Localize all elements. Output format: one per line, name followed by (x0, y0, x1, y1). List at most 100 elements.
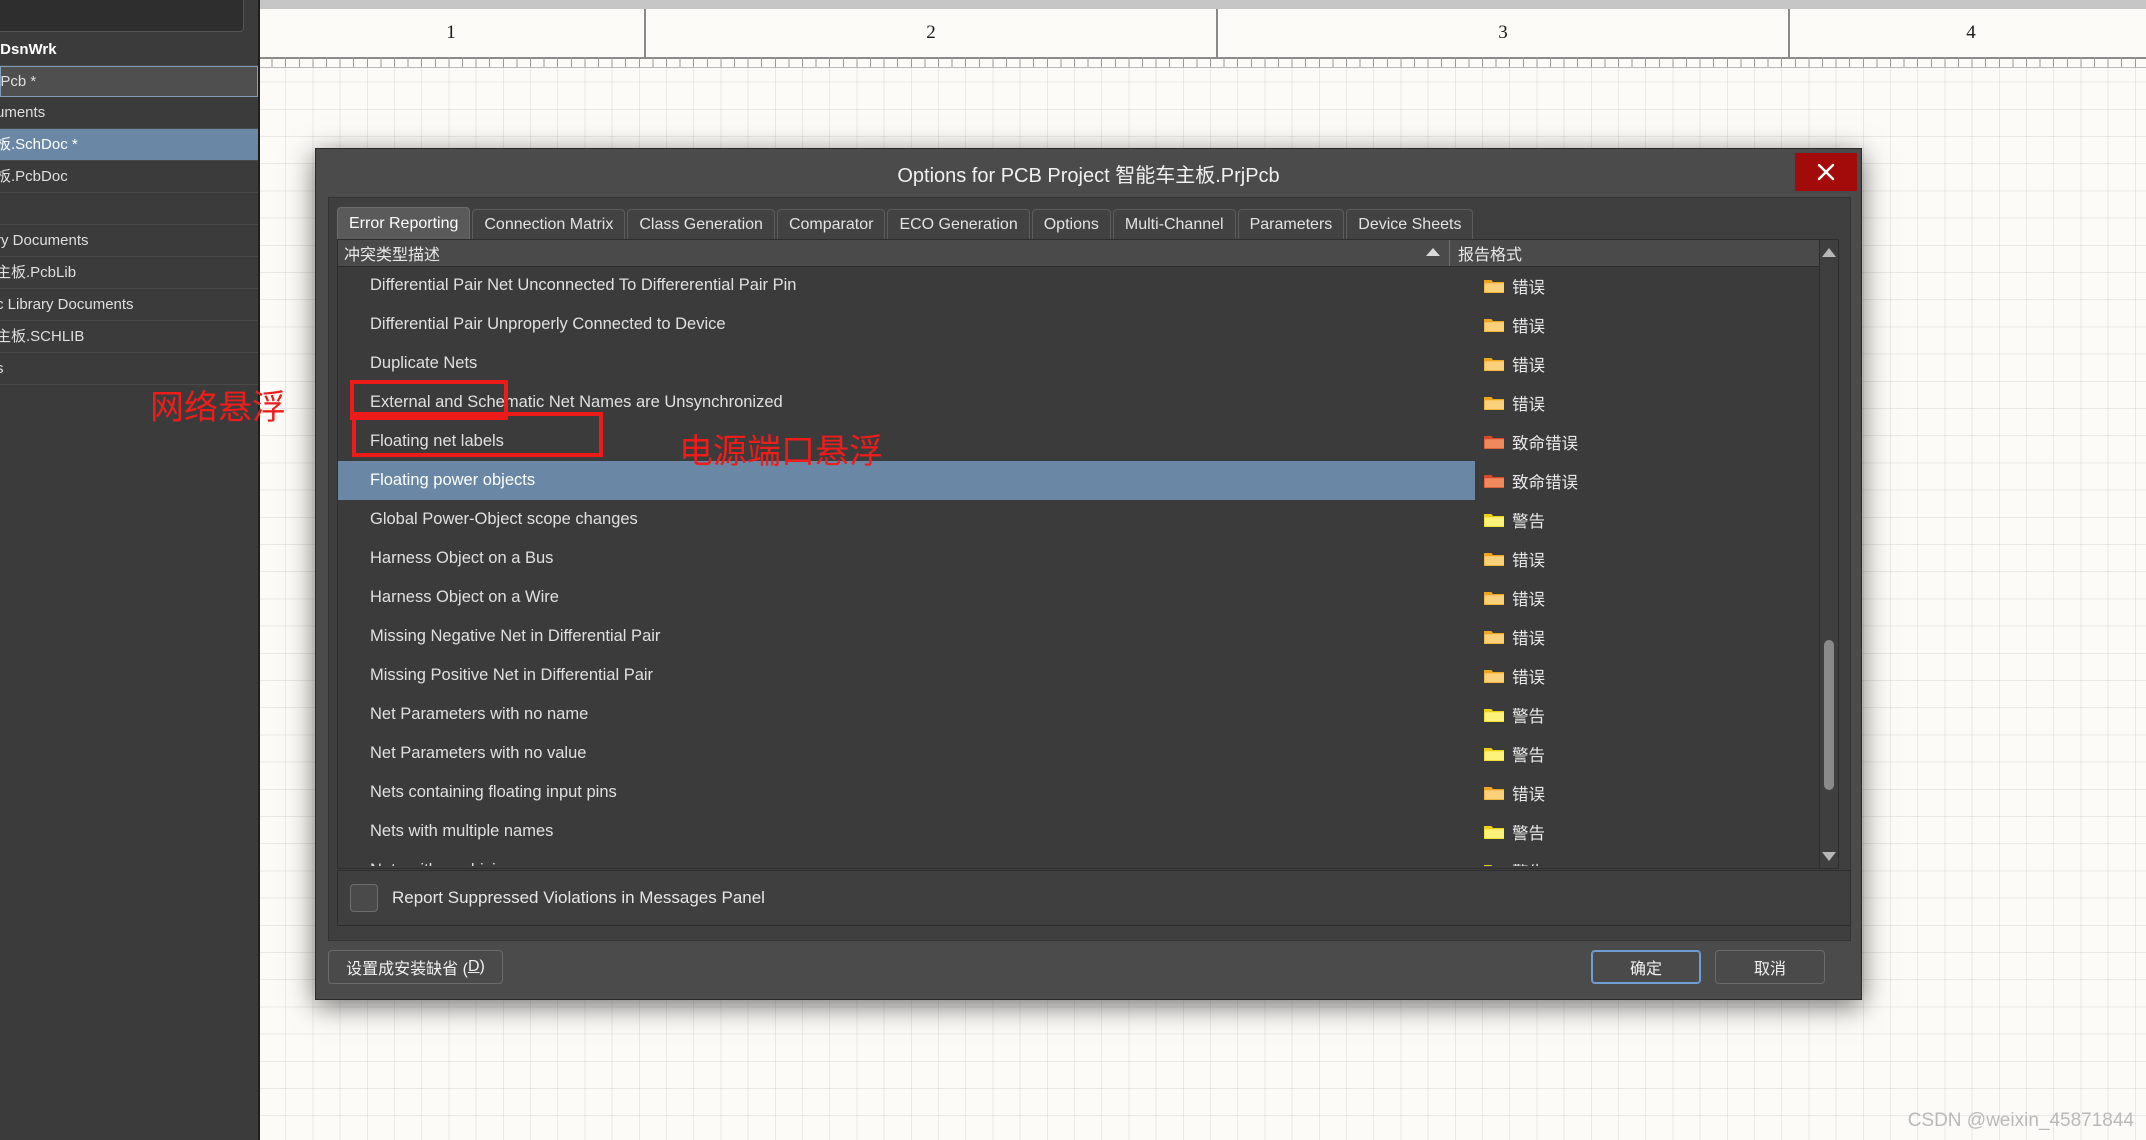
table-row[interactable]: Nets containing floating input pins错误 (338, 773, 1820, 812)
table-row[interactable]: Harness Object on a Wire错误 (338, 578, 1820, 617)
row-description: Net Parameters with no name (338, 705, 1475, 724)
table-body[interactable]: Differential Pair Net Unconnected To Dif… (338, 266, 1820, 866)
column-header-description[interactable]: 冲突类型描述 (338, 240, 1449, 266)
tab-parameters[interactable]: Parameters (1238, 209, 1345, 240)
project-tree-item-10[interactable]: s (0, 353, 258, 385)
project-tree-item-8[interactable]: c Library Documents (0, 289, 258, 321)
table-row[interactable]: Nets with multiple names 警告 (338, 812, 1820, 851)
tab-connection-matrix[interactable]: Connection Matrix (472, 209, 625, 240)
row-report-format[interactable]: 错误 (1475, 313, 1820, 337)
table-row[interactable]: Net Parameters with no name 警告 (338, 695, 1820, 734)
table-vertical-scrollbar[interactable] (1819, 240, 1838, 868)
row-description: Nets with multiple names (338, 822, 1475, 841)
table-row[interactable]: Net Parameters with no value警告 (338, 734, 1820, 773)
row-report-format[interactable]: 警告 (1475, 508, 1820, 532)
sheet-ruler-ticks (258, 57, 2146, 68)
project-tree-item-7[interactable]: 主板.PcbLib (0, 257, 258, 289)
report-suppressed-violations-label: Report Suppressed Violations in Messages… (392, 888, 765, 908)
table-row[interactable]: Differential Pair Net Unconnected To Dif… (338, 266, 1820, 305)
ruler-zone-2: 2 (646, 9, 1218, 57)
tab-eco-generation[interactable]: ECO Generation (887, 209, 1029, 240)
options-dialog: Options for PCB Project 智能车主板.PrjPcb Err… (315, 148, 1862, 1000)
row-report-format[interactable]: 警告 (1475, 742, 1820, 766)
tab-class-generation[interactable]: Class Generation (627, 209, 775, 240)
row-severity-label: 错误 (1512, 391, 1545, 415)
row-severity-label: 警告 (1512, 820, 1545, 844)
row-severity-label: 错误 (1512, 274, 1545, 298)
column-header-report-format[interactable]: 报告格式 (1449, 240, 1838, 266)
row-severity-label: 警告 (1512, 703, 1545, 727)
table-row[interactable]: Floating net labels 致命错误 (338, 422, 1820, 461)
row-report-format[interactable]: 错误 (1475, 781, 1820, 805)
project-tree-item-2[interactable]: uments (0, 97, 258, 129)
tab-multi-channel[interactable]: Multi-Channel (1113, 209, 1236, 240)
row-report-format[interactable]: 警告 (1475, 859, 1820, 867)
error-reporting-table: 冲突类型描述 报告格式 Differential Pair Net Unconn… (337, 239, 1839, 869)
table-row[interactable]: Missing Positive Net in Differential Pai… (338, 656, 1820, 695)
folder-warning-icon (1483, 862, 1505, 866)
table-row[interactable]: Differential Pair Unproperly Connected t… (338, 305, 1820, 344)
ok-button[interactable]: 确定 (1591, 950, 1701, 984)
folder-error-icon (1483, 394, 1505, 411)
row-report-format[interactable]: 错误 (1475, 274, 1820, 298)
row-report-format[interactable]: 致命错误 (1475, 461, 1820, 500)
row-report-format[interactable]: 错误 (1475, 352, 1820, 376)
row-report-format[interactable]: 警告 (1475, 703, 1820, 727)
row-description: Floating net labels (338, 432, 1475, 451)
row-description: Nets containing floating input pins (338, 783, 1475, 802)
row-report-format[interactable]: 错误 (1475, 625, 1820, 649)
project-tree-item-6[interactable]: ry Documents (0, 225, 258, 257)
row-report-format[interactable]: 致命错误 (1475, 430, 1820, 454)
table-row[interactable]: Missing Negative Net in Differential Pai… (338, 617, 1820, 656)
sheet-zone-ruler: 1234 (258, 9, 2146, 59)
scrollbar-thumb[interactable] (1824, 640, 1834, 790)
table-row[interactable]: Duplicate Nets错误 (338, 344, 1820, 383)
project-tree-item-4[interactable]: 板.PcbDoc (0, 161, 258, 193)
table-row[interactable]: Floating power objects 致命错误 (338, 461, 1820, 500)
scroll-up-arrow-icon[interactable] (1820, 242, 1838, 262)
row-report-format[interactable]: 警告 (1475, 820, 1820, 844)
folder-fatal-icon (1483, 472, 1505, 489)
table-row[interactable]: External and Schematic Net Names are Uns… (338, 383, 1820, 422)
cancel-button[interactable]: 取消 (1715, 950, 1825, 984)
row-report-format[interactable]: 错误 (1475, 547, 1820, 571)
tab-strip[interactable]: Error ReportingConnection MatrixClass Ge… (337, 208, 1473, 240)
report-suppressed-violations-checkbox[interactable] (350, 884, 378, 912)
project-tree-item-0[interactable]: .DsnWrk (0, 34, 258, 66)
row-severity-label: 错误 (1512, 664, 1545, 688)
table-row[interactable]: Global Power-Object scope changes警告 (338, 500, 1820, 539)
row-description: Differential Pair Net Unconnected To Dif… (338, 276, 1475, 295)
row-severity-label: 致命错误 (1512, 469, 1578, 493)
tab-comparator[interactable]: Comparator (777, 209, 885, 240)
ruler-zone-1: 1 (258, 9, 646, 57)
dialog-title-bar[interactable]: Options for PCB Project 智能车主板.PrjPcb (316, 149, 1861, 197)
row-report-format[interactable]: 错误 (1475, 664, 1820, 688)
row-description: Missing Positive Net in Differential Pai… (338, 666, 1475, 685)
project-tree-list[interactable]: .DsnWrkjPcb *uments板.SchDoc *板.PcbDoc ry … (0, 34, 258, 385)
table-header-row: 冲突类型描述 报告格式 (338, 240, 1838, 267)
tab-options[interactable]: Options (1032, 209, 1111, 240)
table-row[interactable]: Harness Object on a Bus错误 (338, 539, 1820, 578)
row-report-format[interactable]: 错误 (1475, 391, 1820, 415)
row-description: Floating power objects (338, 471, 1475, 490)
row-severity-label: 错误 (1512, 313, 1545, 337)
table-row[interactable]: Nets with no driving source警告 (338, 851, 1820, 866)
tab-error-reporting[interactable]: Error Reporting (337, 207, 470, 240)
sort-ascending-icon (1425, 244, 1441, 262)
folder-error-icon (1483, 628, 1505, 645)
row-description: Duplicate Nets (338, 354, 1475, 373)
row-description: Missing Negative Net in Differential Pai… (338, 627, 1475, 646)
project-tree-item-1[interactable]: jPcb * (0, 66, 258, 97)
scroll-down-arrow-icon[interactable] (1820, 846, 1838, 866)
row-description: Global Power-Object scope changes (338, 510, 1475, 529)
close-icon[interactable] (1795, 153, 1857, 191)
tab-device-sheets[interactable]: Device Sheets (1346, 209, 1473, 240)
folder-error-icon (1483, 667, 1505, 684)
row-severity-label: 致命错误 (1512, 430, 1578, 454)
project-tree-item-3[interactable]: 板.SchDoc * (0, 129, 258, 161)
panel-search-input[interactable] (0, 0, 244, 32)
row-description: Differential Pair Unproperly Connected t… (338, 315, 1475, 334)
set-installation-defaults-button[interactable]: 设置成安装缺省 (D) (328, 950, 503, 984)
project-tree-item-9[interactable]: 主板.SCHLIB (0, 321, 258, 353)
row-report-format[interactable]: 错误 (1475, 586, 1820, 610)
